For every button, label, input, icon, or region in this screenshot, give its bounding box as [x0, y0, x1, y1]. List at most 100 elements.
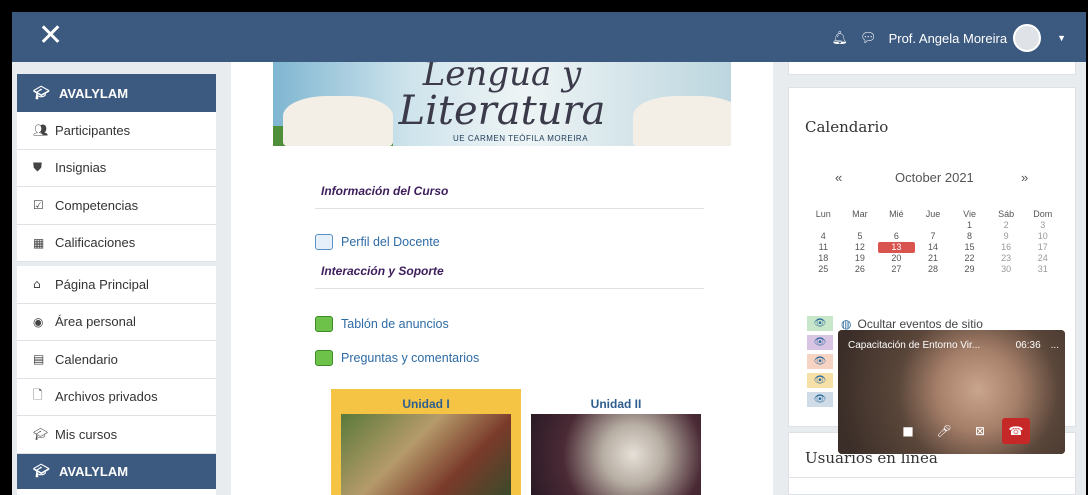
calendar-weeks: 1 2 3 4 5 6 7 8 9 10 11 12 13 14 15 16 17 18 19 20 21 22 23 24 2…	[805, 220, 1061, 275]
microphone-icon[interactable]: 🎤︎	[930, 418, 958, 444]
user-name[interactable]: Prof. Angela Moreira	[889, 31, 1008, 46]
calendar-day[interactable]: 23	[988, 253, 1025, 264]
calendar-day[interactable]: 25	[805, 264, 842, 275]
calendar-day[interactable]: 15	[951, 242, 988, 253]
sidebar-item-label: Participantes	[55, 122, 131, 138]
hang-up-icon[interactable]: ☎	[1002, 418, 1030, 444]
sidebar-item-calendario[interactable]: ▤ Calendario	[17, 341, 216, 379]
day-header: Jue	[925, 209, 941, 219]
close-icon[interactable]: ✕	[38, 21, 63, 51]
calendar-day[interactable]: 19	[842, 253, 879, 264]
calendar-day[interactable]: 29	[951, 264, 988, 275]
sidebar-item-label: Competencias	[55, 197, 139, 213]
eye-icon[interactable]: 👁︎	[807, 316, 833, 331]
sidebar-item-pagina-principal[interactable]: ⌂ Página Principal	[17, 266, 216, 304]
day-header: Sáb	[998, 209, 1015, 219]
bell-icon[interactable]: 🔔︎	[832, 30, 849, 46]
calendar-day[interactable]: 14	[915, 242, 952, 253]
event-toggle-label[interactable]: Ocultar eventos de sitio	[857, 317, 982, 331]
calendar-day[interactable]: 31	[1024, 264, 1061, 275]
video-header: Capacitación de Entorno Vir... 06:36 ...	[848, 340, 1059, 351]
calendar-day[interactable]: 13	[878, 242, 915, 253]
sidebar-item-label: Calificaciones	[55, 235, 136, 251]
screen-share-icon[interactable]: ⊠	[966, 418, 994, 444]
course-banner-image: Lengua y Literatura UE CARMEN TEÓFILA MO…	[273, 62, 731, 146]
calendar-day[interactable]: 4	[805, 231, 842, 242]
chat-icon[interactable]: 💬︎	[860, 30, 877, 46]
calendar-week-row: 123	[805, 220, 1061, 231]
calendar-day[interactable]: 24	[1024, 253, 1061, 264]
prev-month-link[interactable]: «	[835, 170, 842, 185]
calendar-day[interactable]: 27	[878, 264, 915, 275]
event-toggle-group[interactable]: 👁︎	[807, 354, 841, 369]
calendar-day[interactable]: 1	[951, 220, 988, 231]
next-month-link[interactable]: »	[1021, 170, 1028, 185]
eye-icon[interactable]: 👁︎	[807, 373, 833, 388]
camera-icon[interactable]: ■	[894, 418, 922, 444]
calendar-day[interactable]: 2	[988, 220, 1025, 231]
calendar-day[interactable]: 8	[951, 231, 988, 242]
sidebar-item-label: Insignias	[55, 160, 107, 176]
event-toggle-other[interactable]: 👁︎	[807, 392, 841, 407]
sidebar-course-header[interactable]: 🎓︎ AVALYLAM	[17, 74, 216, 112]
browser-viewport: ✕ 🔔︎ 💬︎ Prof. Angela Moreira ▼ 🎓︎ AVALYL…	[12, 12, 1086, 495]
video-controls: ■ 🎤︎ ⊠ ☎	[894, 418, 1030, 444]
globe-icon: ◍	[841, 316, 852, 331]
banner-title-line2: Literatura	[398, 88, 606, 134]
calendar-day[interactable]: 6	[878, 231, 915, 242]
sidebar-item-participantes[interactable]: 👥︎ Participantes	[17, 112, 216, 150]
calendar-day[interactable]: 7	[915, 231, 952, 242]
calendar-day[interactable]: 18	[805, 253, 842, 264]
video-menu[interactable]: ...	[1051, 340, 1059, 351]
calendar-week-row: 4 5 6 7 8 9 10	[805, 231, 1061, 242]
activity-label: Preguntas y comentarios	[341, 351, 480, 365]
calendar-day[interactable]: 11	[805, 242, 842, 253]
calendar-day[interactable]: 22	[951, 253, 988, 264]
calendar-day[interactable]: 20	[878, 253, 915, 264]
unit-card-2[interactable]: Unidad II	[521, 389, 711, 495]
sidebar-item-competencias[interactable]: ☑ Competencias	[17, 187, 216, 225]
event-toggle-course[interactable]: 👁︎	[807, 335, 841, 350]
calendar-day[interactable]: 17	[1024, 242, 1061, 253]
sidebar-item-insignias[interactable]: ⛊ Insignias	[17, 150, 216, 187]
video-call-overlay[interactable]: Capacitación de Entorno Vir... 06:36 ...…	[838, 330, 1065, 454]
calendar-day[interactable]: 30	[988, 264, 1025, 275]
sidebar-item-calificaciones[interactable]: ▦ Calificaciones	[17, 225, 216, 262]
calendar-day[interactable]: 28	[915, 264, 952, 275]
sidebar-course-footer[interactable]: 🎓︎ AVALYLAM	[17, 453, 216, 489]
event-toggle-site[interactable]: 👁︎ ◍ Ocultar eventos de sitio	[807, 316, 983, 331]
activity-perfil-docente[interactable]: Perfil del Docente	[315, 234, 440, 250]
unit-title: Unidad I	[402, 397, 450, 411]
avatar[interactable]	[1013, 24, 1042, 52]
day-header: Lun	[815, 209, 831, 219]
home-icon: ⌂	[33, 277, 41, 292]
eye-icon[interactable]: 👁︎	[807, 392, 833, 407]
calendar-month-label: October 2021	[895, 170, 974, 185]
sidebar-item-mis-cursos[interactable]: 🎓︎ Mis cursos	[17, 416, 216, 454]
chevron-down-icon[interactable]: ▼	[1057, 33, 1066, 43]
calendar-day[interactable]: 5	[842, 231, 879, 242]
unit-card-1[interactable]: Unidad I	[331, 389, 521, 495]
forum-icon	[315, 316, 333, 332]
calendar-day	[805, 220, 842, 231]
calendar-day[interactable]: 9	[988, 231, 1025, 242]
calendar-icon: ▤	[33, 352, 45, 367]
eye-icon[interactable]: 👁︎	[807, 335, 833, 350]
forum-icon	[315, 350, 333, 366]
calendar-day[interactable]: 10	[1024, 231, 1061, 242]
sidebar-item-area-personal[interactable]: ◉ Área personal	[17, 304, 216, 341]
calendar-day[interactable]: 21	[915, 253, 952, 264]
sidebar-item-archivos-privados[interactable]: 🗋︎ Archivos privados	[17, 379, 216, 416]
block-divider	[789, 477, 1075, 478]
calendar-day[interactable]: 16	[988, 242, 1025, 253]
activity-tablon-anuncios[interactable]: Tablón de anuncios	[315, 316, 449, 332]
calendar-day[interactable]: 26	[842, 264, 879, 275]
document-icon	[315, 234, 333, 250]
table-icon: ▦	[33, 235, 45, 250]
event-toggle-user[interactable]: 👁︎	[807, 373, 841, 388]
eye-icon[interactable]: 👁︎	[807, 354, 833, 369]
calendar-day[interactable]: 3	[1024, 220, 1061, 231]
calendar-day[interactable]: 12	[842, 242, 879, 253]
video-title: Capacitación de Entorno Vir...	[848, 340, 981, 351]
activity-preguntas-comentarios[interactable]: Preguntas y comentarios	[315, 350, 479, 366]
